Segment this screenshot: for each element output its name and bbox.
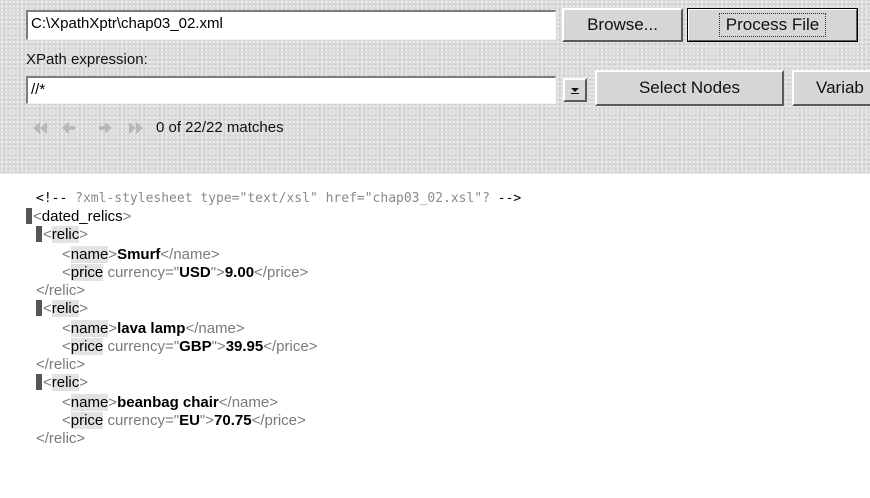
relic-close-tag: </relic> [36,282,86,299]
node-marker [26,208,32,224]
browse-button[interactable]: Browse... [562,8,683,42]
next-icon[interactable] [98,121,114,135]
xpath-expression-input[interactable]: //* [26,76,556,104]
process-file-label: Process File [718,13,827,37]
process-file-button[interactable]: Process File [687,8,858,42]
price-element[interactable]: <price currency="USD">9.00</price> [62,264,308,282]
node-marker [36,374,42,390]
toolbar: C:\XpathXptr\chap03_02.xml Browse... Pro… [0,0,870,174]
name-element[interactable]: <name>Smurf</name> [62,246,220,264]
previous-icon[interactable] [60,121,76,135]
relic-element[interactable]: <relic> [36,226,88,244]
xml-comment: <!-- ?xml-stylesheet type="text/xsl" hre… [36,191,522,206]
variables-button[interactable]: Variab [792,70,870,106]
node-marker [36,226,42,242]
relic-close-tag: </relic> [36,356,86,373]
root-element[interactable]: <dated_relics> [26,208,131,226]
relic-close-tag: </relic> [36,430,86,447]
xpath-dropdown-button[interactable] [563,78,587,102]
relic-element[interactable]: <relic> [36,374,88,392]
match-status: 0 of 22/22 matches [156,119,284,136]
file-path-input[interactable]: C:\XpathXptr\chap03_02.xml [26,10,556,40]
name-element[interactable]: <name>lava lamp</name> [62,320,245,338]
price-element[interactable]: <price currency="EU">70.75</price> [62,412,306,430]
xpath-expression-label: XPath expression: [26,51,148,68]
node-marker [36,300,42,316]
name-element[interactable]: <name>beanbag chair</name> [62,394,278,412]
relic-element[interactable]: <relic> [36,300,88,318]
last-icon[interactable] [128,121,144,135]
first-icon[interactable] [32,121,48,135]
select-nodes-button[interactable]: Select Nodes [595,70,784,106]
dropdown-arrow-icon [571,88,579,94]
price-element[interactable]: <price currency="GBP">39.95</price> [62,338,317,356]
